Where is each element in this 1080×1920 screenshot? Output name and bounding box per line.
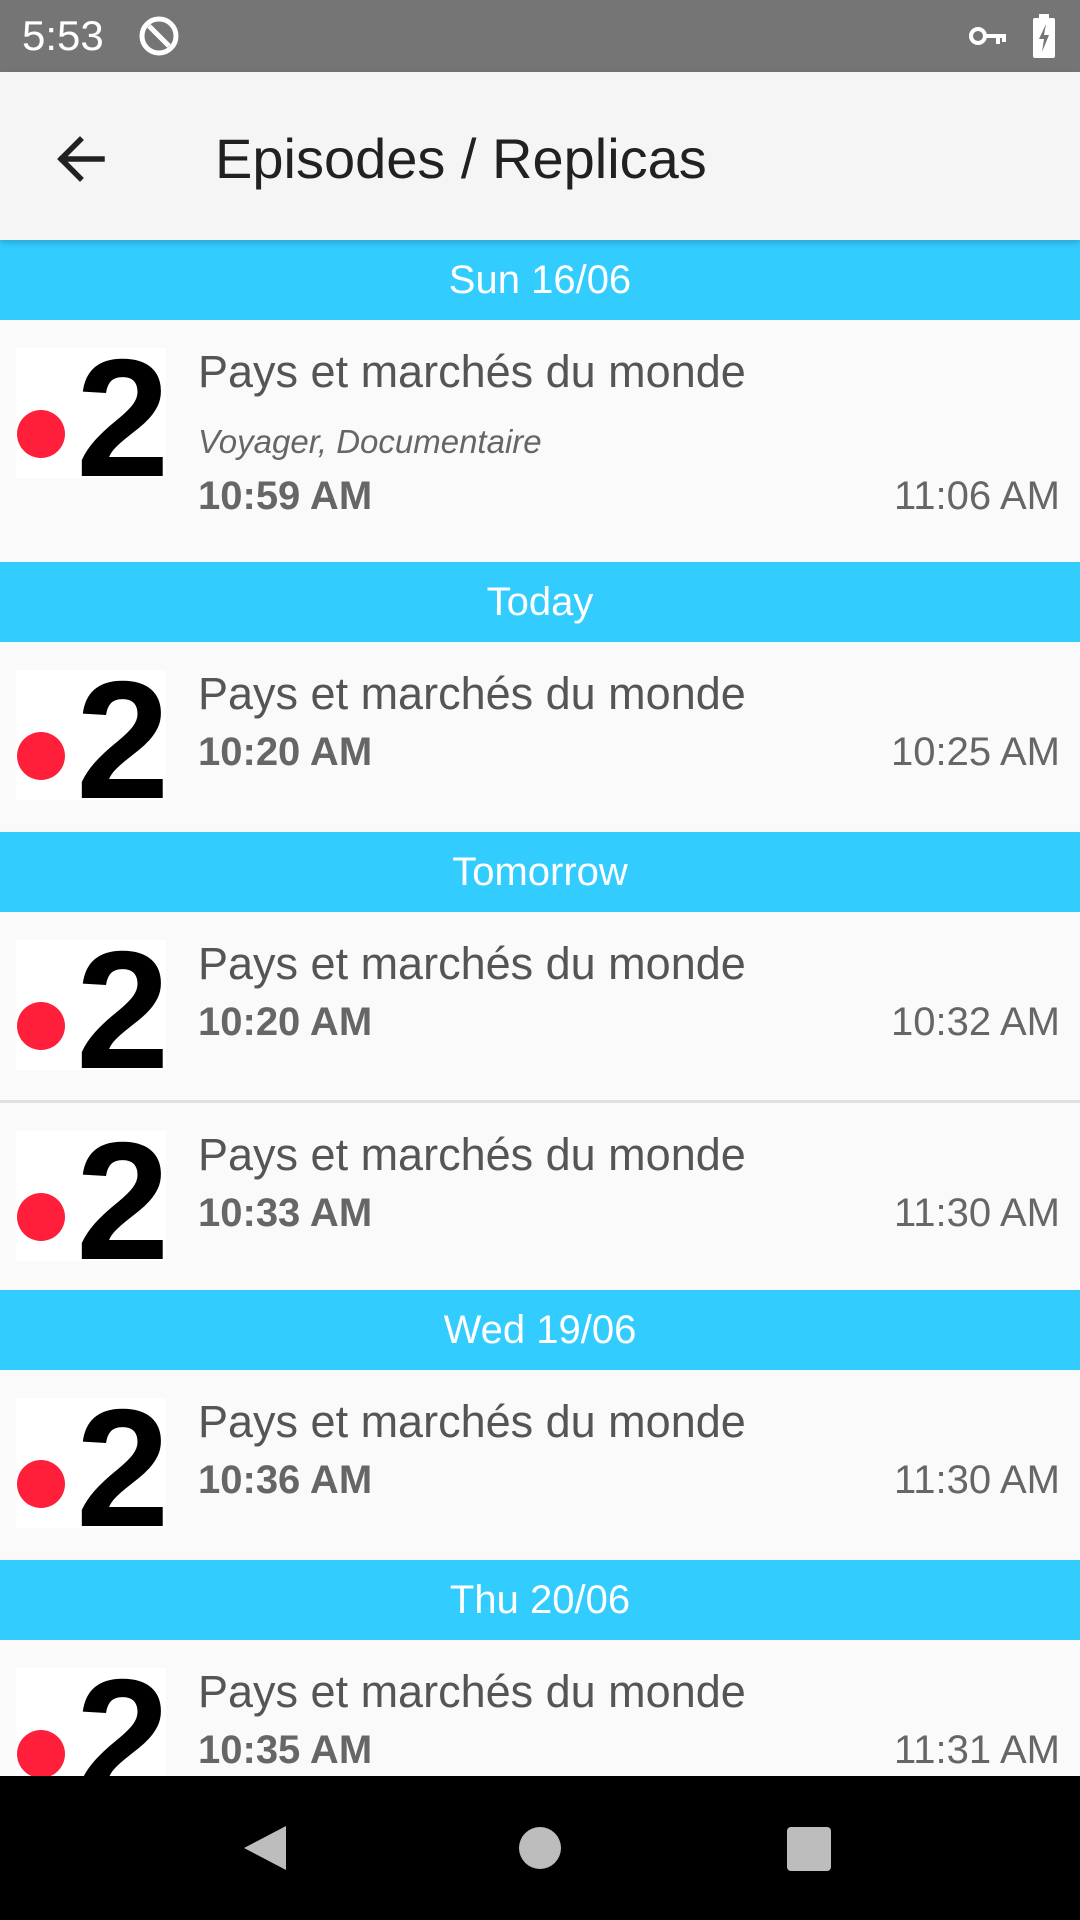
system-navigation-bar — [0, 1776, 1080, 1920]
list-item[interactable]: 2 Pays et marchés du monde 10:33 AM 11:3… — [0, 1100, 1080, 1288]
page-title: Episodes / Replicas — [215, 127, 707, 190]
start-time: 10:36 AM — [198, 1458, 373, 1502]
list-item[interactable]: 2 Pays et marchés du monde 10:36 AM 11:3… — [0, 1370, 1080, 1558]
channel-logo: 2 — [16, 670, 166, 800]
episode-title: Pays et marchés du monde — [198, 1666, 746, 1717]
svg-text:2: 2 — [76, 1668, 166, 1776]
end-time: 11:30 AM — [893, 1191, 1060, 1235]
svg-text:2: 2 — [76, 348, 166, 478]
data-saver-icon — [139, 16, 179, 56]
day-header: Tomorrow — [0, 832, 1080, 912]
episode-list[interactable]: Sun 16/06 2 Pays et marchés du monde Voy… — [0, 240, 1080, 1776]
battery-charging-icon — [1033, 14, 1055, 58]
status-bar: 5:53 — [0, 0, 1080, 72]
channel-logo: 2 — [16, 348, 166, 478]
list-item[interactable]: 2 Pays et marchés du monde 10:20 AM 10:3… — [0, 912, 1080, 1100]
list-item[interactable]: 2 Pays et marchés du monde 10:35 AM 11:3… — [0, 1640, 1080, 1776]
nav-back-icon[interactable] — [240, 1822, 290, 1874]
episode-title: Pays et marchés du monde — [198, 938, 746, 989]
status-time: 5:53 — [22, 12, 104, 59]
back-arrow-icon[interactable] — [50, 127, 114, 191]
vpn-key-icon — [969, 27, 1006, 45]
episode-title: Pays et marchés du monde — [198, 346, 746, 397]
episode-genre: Voyager, Documentaire — [198, 423, 542, 460]
svg-text:2: 2 — [76, 1131, 166, 1261]
day-header: Today — [0, 562, 1080, 642]
end-time: 10:32 AM — [890, 1000, 1060, 1044]
day-header: Wed 19/06 — [0, 1290, 1080, 1370]
day-header: Sun 16/06 — [0, 240, 1080, 320]
day-header: Thu 20/06 — [0, 1560, 1080, 1640]
svg-text:2: 2 — [76, 940, 166, 1070]
episode-title: Pays et marchés du monde — [198, 1396, 746, 1447]
start-time: 10:20 AM — [198, 730, 373, 774]
episode-title: Pays et marchés du monde — [198, 1129, 746, 1180]
channel-logo: 2 — [16, 1668, 166, 1776]
start-time: 10:33 AM — [198, 1191, 373, 1235]
svg-text:2: 2 — [76, 1398, 166, 1528]
end-time: 11:30 AM — [893, 1458, 1060, 1502]
start-time: 10:59 AM — [198, 474, 373, 518]
channel-logo: 2 — [16, 1398, 166, 1528]
svg-text:2: 2 — [76, 670, 166, 800]
end-time: 11:31 AM — [893, 1728, 1060, 1772]
nav-recents-icon[interactable] — [786, 1826, 832, 1872]
list-item[interactable]: 2 Pays et marchés du monde Voyager, Docu… — [0, 320, 1080, 560]
end-time: 10:25 AM — [890, 730, 1060, 774]
nav-home-icon[interactable] — [518, 1826, 562, 1870]
app-bar: Episodes / Replicas — [0, 72, 1080, 240]
channel-logo: 2 — [16, 940, 166, 1070]
start-time: 10:35 AM — [198, 1728, 373, 1772]
list-item[interactable]: 2 Pays et marchés du monde 10:20 AM 10:2… — [0, 642, 1080, 830]
channel-logo: 2 — [16, 1131, 166, 1261]
episode-title: Pays et marchés du monde — [198, 668, 746, 719]
end-time: 11:06 AM — [893, 474, 1060, 518]
start-time: 10:20 AM — [198, 1000, 373, 1044]
